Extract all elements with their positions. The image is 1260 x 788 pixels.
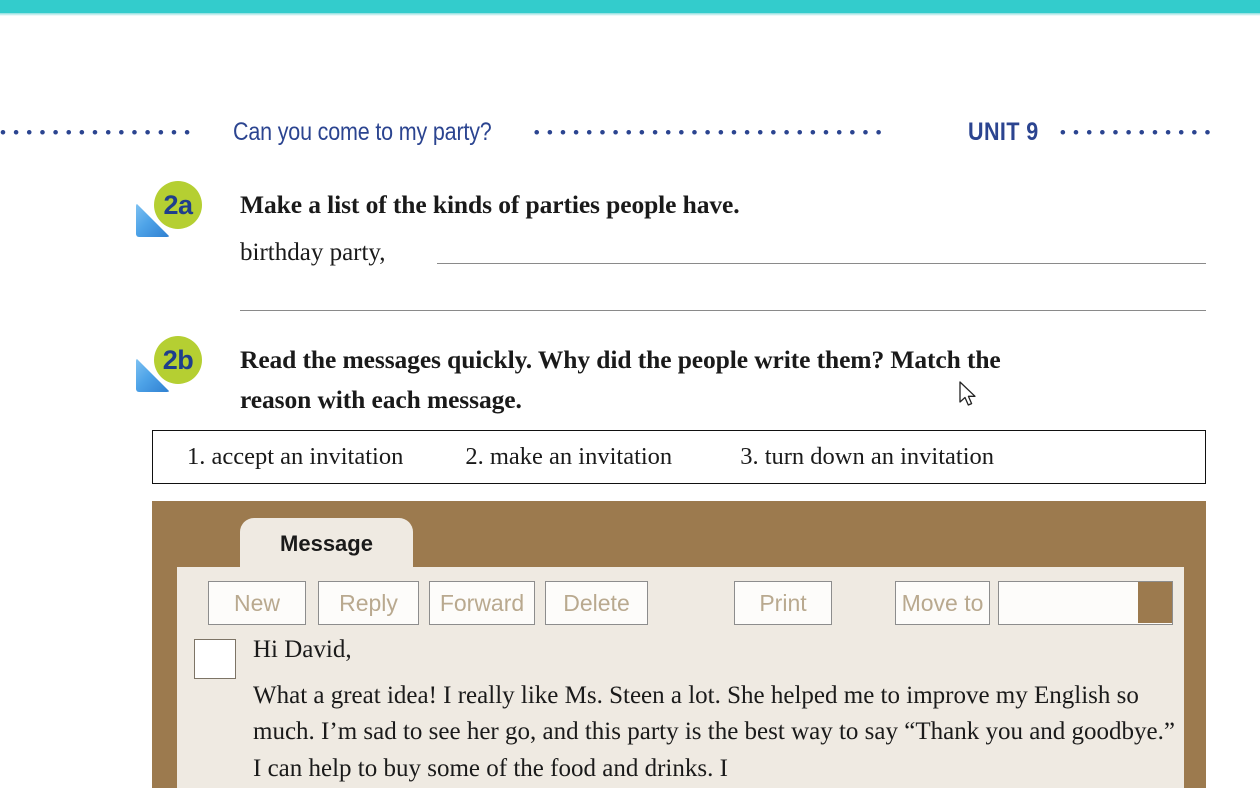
exercise-2a-heading: Make a list of the kinds of parties peop…: [240, 190, 740, 219]
exercise-2a-seed-answer: birthday party,: [240, 239, 386, 266]
answer-write-line-1[interactable]: [437, 263, 1206, 264]
exercise-2a-badge: 2a: [136, 181, 212, 243]
dot-rule-middle: •••••••••••••••••••••••••••: [533, 122, 889, 142]
forward-button[interactable]: Forward: [429, 581, 535, 625]
reply-button[interactable]: Reply: [318, 581, 419, 625]
email-client-frame: Message New Reply Forward Delete Print M…: [152, 501, 1206, 788]
option-turn-down-invitation: 3. turn down an invitation: [740, 443, 995, 470]
exercise-2b-heading: Read the messages quickly. Why did the p…: [240, 340, 1200, 420]
option-make-invitation: 2. make an invitation: [465, 443, 673, 470]
exercise-2b-heading-line2: reason with each message.: [240, 385, 522, 414]
message-greeting: Hi David,: [253, 636, 352, 663]
message-answer-box[interactable]: [194, 639, 236, 679]
option-accept-invitation: 1. accept an invitation: [187, 443, 404, 470]
exercise-number-badge: 2b: [154, 336, 202, 384]
running-head: ••••••••••••••• Can you come to my party…: [0, 114, 1260, 150]
print-button[interactable]: Print: [734, 581, 832, 625]
page-title: Can you come to my party?: [233, 117, 492, 146]
email-client-panel: New Reply Forward Delete Print Move to H…: [177, 567, 1184, 788]
exercise-number-badge: 2a: [154, 181, 202, 229]
new-button[interactable]: New: [208, 581, 306, 625]
move-to-button[interactable]: Move to: [895, 581, 990, 625]
answer-write-line-2[interactable]: [240, 310, 1206, 311]
invitation-options-box: 1. accept an invitation 2. make an invit…: [152, 430, 1206, 484]
unit-label: UNIT 9: [967, 117, 1039, 146]
tab-message[interactable]: Message: [240, 518, 413, 570]
delete-button[interactable]: Delete: [545, 581, 648, 625]
chevron-down-icon[interactable]: [1138, 582, 1172, 623]
move-to-dropdown[interactable]: [998, 581, 1173, 625]
exercise-2b-badge: 2b: [136, 336, 212, 398]
exercise-2b-heading-line1: Read the messages quickly. Why did the p…: [240, 345, 1001, 374]
top-accent-bar-fade: [0, 13, 1260, 16]
message-paragraph: What a great idea! I really like Ms. Ste…: [253, 681, 1175, 782]
dot-rule-right: ••••••••••••: [1059, 122, 1218, 142]
message-body: Hi David, What a great idea! I really li…: [253, 632, 1178, 787]
dot-rule-left: •••••••••••••••: [0, 122, 198, 142]
email-toolbar: New Reply Forward Delete Print Move to: [208, 581, 1173, 627]
top-accent-bar: [0, 0, 1260, 13]
